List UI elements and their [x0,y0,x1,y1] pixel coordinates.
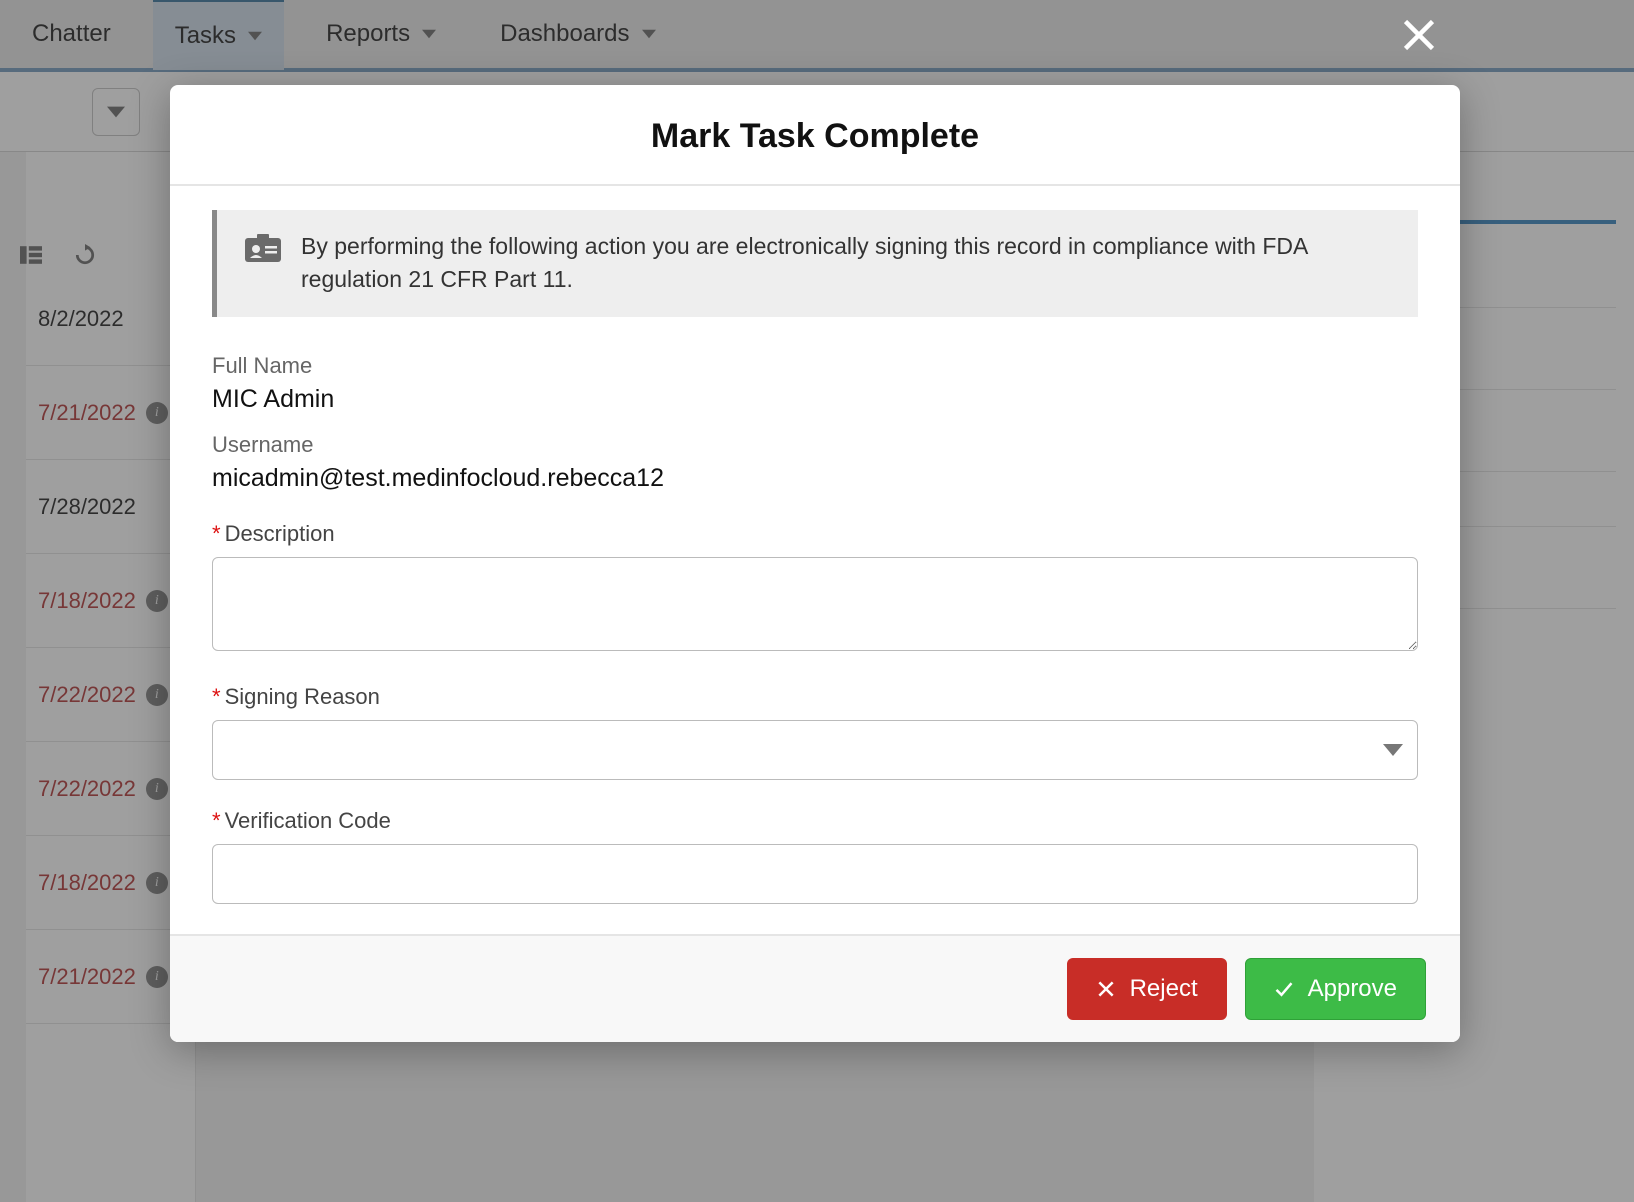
label-text: Signing Reason [225,684,380,709]
modal-header: Mark Task Complete [170,85,1460,186]
required-indicator: * [212,808,221,833]
signing-reason-field: *Signing Reason [212,684,1418,780]
full-name-value: MIC Admin [212,385,1418,414]
button-label: Approve [1308,975,1397,1003]
modal-body: By performing the following action you a… [170,186,1460,934]
button-label: Reject [1130,975,1198,1003]
approve-button[interactable]: Approve [1245,958,1426,1020]
chevron-down-icon [1383,740,1403,760]
description-input[interactable] [212,557,1418,651]
description-field: *Description [212,521,1418,656]
full-name-field: Full Name MIC Admin [212,353,1418,414]
description-label: *Description [212,521,1418,547]
verification-code-label: *Verification Code [212,808,1418,834]
username-label: Username [212,432,1418,458]
modal-footer: Reject Approve [170,934,1460,1042]
reject-button[interactable]: Reject [1067,958,1227,1020]
mark-task-complete-modal: Mark Task Complete By performing the fol… [170,85,1460,1042]
label-text: Verification Code [225,808,391,833]
full-name-label: Full Name [212,353,1418,379]
id-card-icon [245,234,281,267]
compliance-notice: By performing the following action you a… [212,210,1418,317]
signing-reason-select[interactable] [212,720,1418,780]
verification-code-input[interactable] [212,844,1418,904]
check-icon [1274,979,1294,999]
verification-code-field: *Verification Code [212,808,1418,904]
modal-title: Mark Task Complete [190,117,1440,156]
notice-text: By performing the following action you a… [301,230,1390,297]
required-indicator: * [212,684,221,709]
close-icon [1096,979,1116,999]
label-text: Description [225,521,335,546]
required-indicator: * [212,521,221,546]
username-field: Username micadmin@test.medinfocloud.rebe… [212,432,1418,493]
close-modal-button[interactable] [1394,10,1444,60]
username-value: micadmin@test.medinfocloud.rebecca12 [212,464,1418,493]
signing-reason-label: *Signing Reason [212,684,1418,710]
